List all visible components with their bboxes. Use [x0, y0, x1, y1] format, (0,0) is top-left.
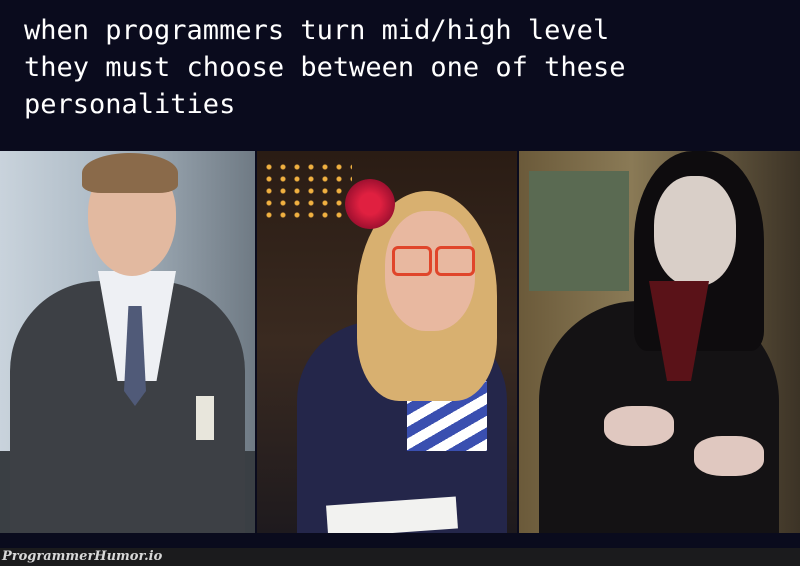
- watermark-bar: ProgrammerHumor.io: [0, 548, 800, 566]
- meme-caption: when programmers turn mid/high level the…: [24, 15, 626, 120]
- panel-gothic-vampire-photo: [519, 151, 800, 533]
- panel-businessman-photo: [0, 151, 255, 533]
- watermark-text: ProgrammerHumor.io: [2, 549, 163, 564]
- panel-quirky-woman-photo: [257, 151, 517, 533]
